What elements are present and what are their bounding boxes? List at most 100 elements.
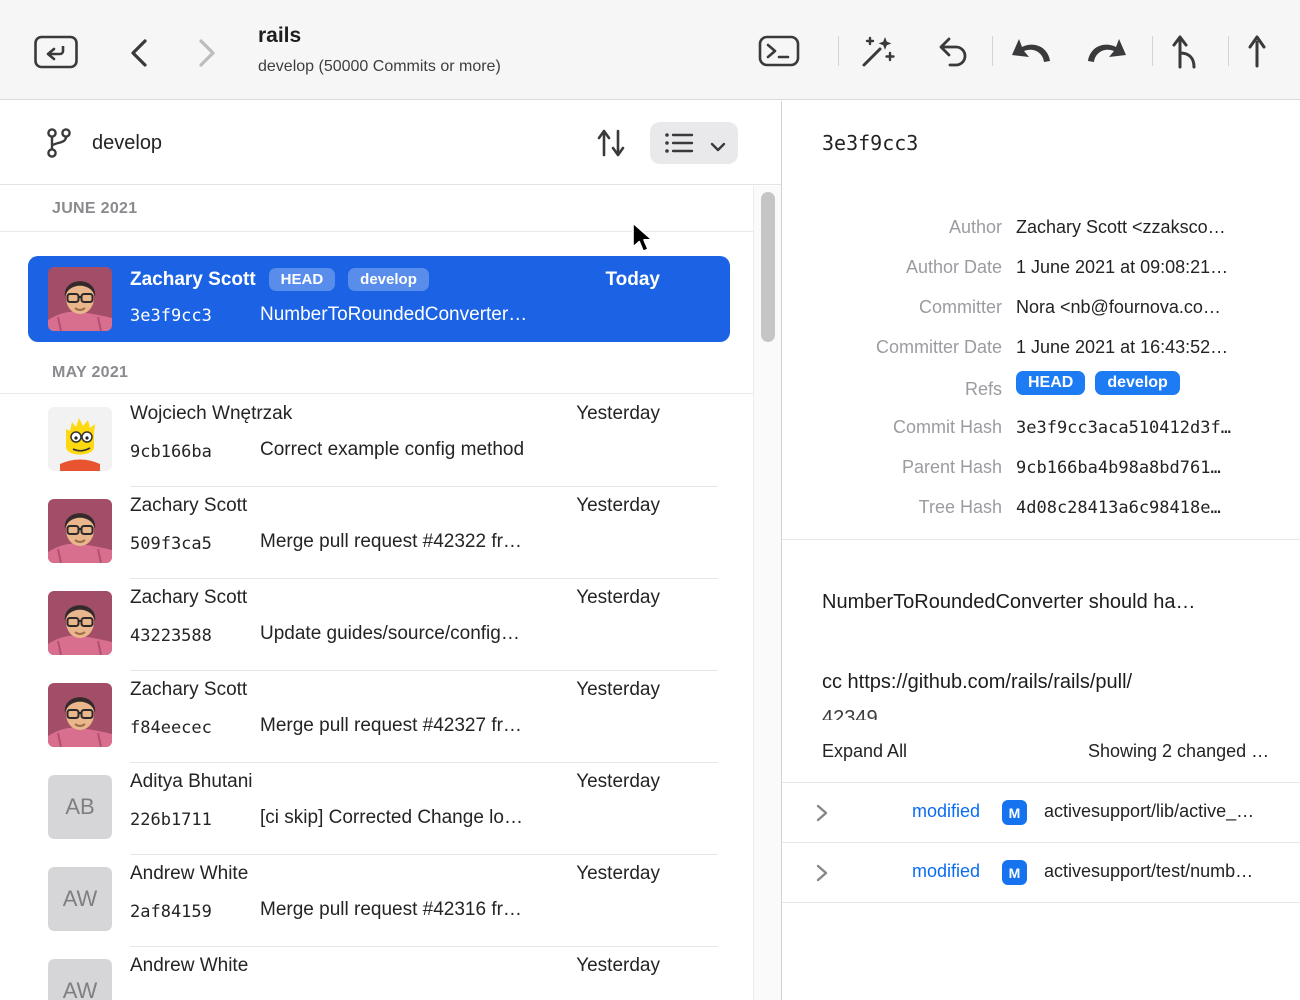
toolbar-separator	[1228, 36, 1229, 66]
commit-message-line: cc https://github.com/rails/rails/pull/	[822, 671, 1132, 694]
commit-message: [ci skip] Corrected Change lo…	[260, 807, 523, 829]
field-label: Committer	[782, 297, 1002, 318]
commit-author: Aditya Bhutani	[130, 771, 253, 793]
compare-icon[interactable]	[596, 125, 626, 166]
branch-header: develop	[0, 101, 781, 185]
commit-date: Yesterday	[576, 403, 660, 425]
commit-row[interactable]: AB Aditya Bhutani Yesterday 226b1711 [ci…	[0, 763, 753, 855]
list-view-dropdown[interactable]	[650, 122, 738, 164]
disclosure-chevron-icon[interactable]	[816, 804, 828, 827]
commit-message-clipped: 42349	[822, 707, 878, 720]
detail-field-refs: Refs HEADdevelop	[782, 367, 1300, 407]
commit-hash: 226b1711	[130, 810, 212, 830]
detail-commit-title: 3e3f9cc3	[822, 131, 918, 155]
file-path: activesupport/test/numb…	[1044, 861, 1253, 882]
commit-detail-panel: 3e3f9cc3 Author Zachary Scott <zzaksco… …	[782, 101, 1300, 1000]
commit-author: Zachary Scott	[130, 269, 256, 291]
avatar-initials: AW	[48, 867, 112, 931]
undo-icon[interactable]	[936, 35, 972, 69]
detail-field-parent-hash: Parent Hash 9cb166ba4b98a8bd761…	[782, 449, 1300, 489]
detail-field-author: Author Zachary Scott <zzaksco…	[782, 209, 1300, 249]
commit-message: Merge pull request #42327 fr…	[260, 715, 522, 737]
modified-badge: M	[1002, 860, 1027, 885]
commit-row[interactable]: Zachary Scott Yesterday f84eecec Merge p…	[0, 671, 753, 763]
field-value: Nora <nb@fournova.co…	[1016, 297, 1300, 318]
commit-row[interactable]: Zachary Scott Yesterday 43223588 Update …	[0, 579, 753, 671]
detail-field-commit-hash: Commit Hash 3e3f9cc3aca510412d3f…	[782, 409, 1300, 449]
scrollbar-track[interactable]	[753, 186, 781, 1000]
window-subtitle: develop (50000 Commits or more)	[258, 58, 501, 76]
avatar	[48, 683, 112, 747]
commit-date: Yesterday	[576, 863, 660, 885]
open-repository-icon[interactable]	[34, 34, 78, 70]
field-label: Committer Date	[782, 337, 1002, 358]
field-value: 4d08c28413a6c98418e…	[1016, 498, 1300, 518]
commit-hash: 509f3ca5	[130, 534, 212, 554]
commit-row[interactable]: Zachary Scott Yesterday 509f3ca5 Merge p…	[0, 487, 753, 579]
branch-ref-badge: develop	[1095, 371, 1179, 395]
detail-field-committer-date: Committer Date 1 June 2021 at 16:43:52…	[782, 329, 1300, 369]
field-label: Commit Hash	[782, 417, 1002, 438]
commit-list: JUNE 2021 Zachary Scott HEAD develop Tod…	[0, 186, 753, 1000]
avatar-initials-text: AB	[48, 775, 112, 839]
expand-all-button[interactable]: Expand All	[822, 741, 907, 762]
commit-author: Andrew White	[130, 955, 248, 977]
head-badge: HEAD	[269, 268, 336, 291]
commit-date: Yesterday	[576, 955, 660, 977]
divider	[782, 539, 1300, 540]
field-value: Zachary Scott <zzaksco…	[1016, 217, 1300, 238]
toolbar-separator	[838, 36, 839, 66]
commit-row[interactable]: AW Andrew White Yesterday	[0, 947, 753, 1000]
avatar	[48, 591, 112, 655]
changed-files-summary: Showing 2 changed …	[1088, 741, 1269, 762]
toolbar-separator	[1152, 36, 1153, 66]
window-title: rails	[258, 24, 301, 48]
avatar	[48, 407, 112, 471]
toolbar-separator	[992, 36, 993, 66]
avatar-initials-text: AW	[48, 959, 112, 1000]
avatar-initials: AW	[48, 959, 112, 1000]
publish-icon[interactable]	[1246, 32, 1268, 70]
commit-row-selected[interactable]: Zachary Scott HEAD develop Today 3e3f9cc…	[28, 256, 730, 342]
toolbar: rails develop (50000 Commits or more)	[0, 0, 1300, 100]
avatar-initials-text: AW	[48, 867, 112, 931]
field-label: Refs	[782, 379, 1002, 400]
commit-author: Wojciech Wnętrzak	[130, 403, 292, 425]
pull-icon[interactable]	[1012, 36, 1052, 68]
commit-row[interactable]: AW Andrew White Yesterday 2af84159 Merge…	[0, 855, 753, 947]
commit-hash: 9cb166ba	[130, 442, 212, 462]
commit-author: Zachary Scott	[130, 587, 247, 609]
field-label: Author	[782, 217, 1002, 238]
push-icon[interactable]	[1086, 36, 1126, 68]
forward-icon[interactable]	[194, 36, 220, 70]
changed-file-row[interactable]: modified M activesupport/lib/active_…	[782, 783, 1300, 843]
detail-field-tree-hash: Tree Hash 4d08c28413a6c98418e…	[782, 489, 1300, 529]
disclosure-chevron-icon[interactable]	[816, 864, 828, 887]
app-window: rails develop (50000 Commits or more)	[0, 0, 1300, 1000]
commit-row[interactable]: Wojciech Wnętrzak Yesterday 9cb166ba Cor…	[0, 395, 753, 487]
avatar-initials: AB	[48, 775, 112, 839]
commit-hash: 3e3f9cc3	[130, 306, 212, 326]
commit-hash: f84eecec	[130, 718, 212, 738]
file-status: modified	[852, 861, 980, 882]
detail-field-author-date: Author Date 1 June 2021 at 09:08:21…	[782, 249, 1300, 289]
commit-date: Yesterday	[576, 495, 660, 517]
back-icon[interactable]	[126, 36, 152, 70]
detail-field-committer: Committer Nora <nb@fournova.co…	[782, 289, 1300, 329]
changed-file-row[interactable]: modified M activesupport/test/numb…	[782, 843, 1300, 903]
scrollbar-thumb[interactable]	[761, 192, 775, 342]
file-status: modified	[852, 801, 980, 822]
quick-actions-icon[interactable]	[858, 33, 898, 71]
commit-message: Correct example config method	[260, 439, 524, 461]
branch-icon	[46, 126, 72, 165]
field-value: 1 June 2021 at 16:43:52…	[1016, 337, 1300, 358]
terminal-icon[interactable]	[758, 33, 800, 69]
fetch-icon[interactable]	[1172, 33, 1202, 69]
field-value: 3e3f9cc3aca510412d3f…	[1016, 418, 1300, 438]
field-value: 9cb166ba4b98a8bd761…	[1016, 458, 1300, 478]
commit-message-line: NumberToRoundedConverter should ha…	[822, 591, 1196, 614]
commit-date: Yesterday	[576, 771, 660, 793]
current-branch-label: develop	[92, 132, 162, 155]
section-label: MAY 2021	[52, 364, 128, 382]
field-value: 1 June 2021 at 09:08:21…	[1016, 257, 1300, 278]
